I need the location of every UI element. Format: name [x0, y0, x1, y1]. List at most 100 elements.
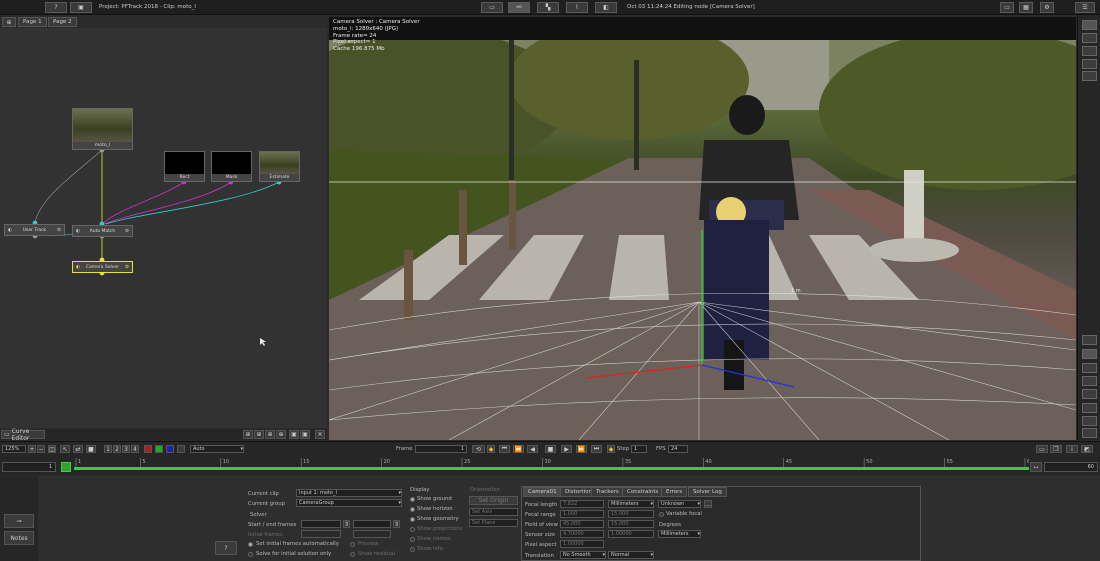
- view-split-v-button[interactable]: [1082, 46, 1097, 56]
- first-frame-button[interactable]: ⏮: [499, 445, 510, 453]
- rewind-button[interactable]: ⏪: [513, 445, 524, 453]
- view-tool-7[interactable]: [1082, 416, 1097, 426]
- pixel-aspect-field[interactable]: 1.00000: [560, 540, 604, 548]
- show-geometry-checkbox[interactable]: [410, 517, 415, 522]
- end-frame-spin[interactable]: ⇕: [393, 520, 400, 528]
- node-tool-close[interactable]: ✕: [315, 430, 325, 439]
- current-clip-select[interactable]: Input 1: moto_l ▾: [296, 489, 402, 497]
- view-tool-8[interactable]: [1082, 428, 1097, 438]
- tab-solver-log[interactable]: Solver Log: [688, 487, 727, 497]
- curve-editor-tab[interactable]: ▭ Curve Editor: [1, 428, 45, 442]
- play-button[interactable]: ▶: [561, 445, 572, 453]
- display-mode-select[interactable]: Auto ▾: [190, 445, 244, 453]
- focal-range-min[interactable]: 1.000: [560, 510, 604, 518]
- color-alpha-swatch[interactable]: [177, 445, 185, 453]
- start-frame-spin[interactable]: ⇕: [343, 520, 350, 528]
- fov-field-2[interactable]: 15.000: [608, 520, 654, 528]
- viewer-option-1[interactable]: ▭: [1036, 445, 1048, 453]
- tool-b-button[interactable]: ⇄: [73, 445, 83, 453]
- node-tool-2[interactable]: ⊕: [254, 430, 264, 439]
- tool-a-button[interactable]: ↖: [60, 445, 70, 453]
- node-tool-1[interactable]: ⊕: [243, 430, 253, 439]
- node-user-track[interactable]: ◐ User Track ⚙: [4, 224, 65, 236]
- node-estimate[interactable]: Estimate: [259, 151, 300, 182]
- translation-select[interactable]: No Smooth ▾: [560, 551, 606, 559]
- page-2-button[interactable]: 2: [113, 445, 121, 453]
- preview-checkbox[interactable]: [350, 542, 355, 547]
- focal-length-field[interactable]: 7.822: [560, 500, 604, 508]
- viewer-option-2[interactable]: ❐: [1050, 445, 1062, 453]
- node-mask[interactable]: Mask: [211, 151, 252, 182]
- frame-field[interactable]: 1: [415, 445, 467, 453]
- show-names-checkbox[interactable]: [410, 537, 415, 542]
- solve-initial-radio[interactable]: [248, 552, 253, 557]
- tab-page-2[interactable]: Page 2: [48, 17, 77, 27]
- menu-button[interactable]: ☰: [1075, 2, 1095, 13]
- tab-camera01[interactable]: Camera01: [523, 487, 562, 497]
- page-1-button[interactable]: 1: [104, 445, 112, 453]
- show-residual-checkbox[interactable]: [350, 552, 355, 557]
- view-tool-6[interactable]: [1082, 403, 1097, 413]
- page-3-button[interactable]: 3: [122, 445, 130, 453]
- help-button-2[interactable]: ?: [215, 541, 237, 555]
- focal-range-max[interactable]: 15.000: [608, 510, 654, 518]
- tool-c-button[interactable]: ■: [86, 445, 96, 453]
- translation-mode-select[interactable]: Normal ▾: [608, 551, 654, 559]
- node-tool-5[interactable]: ▣: [289, 430, 299, 439]
- node-moto[interactable]: moto_l: [72, 108, 133, 150]
- viewer-option-3[interactable]: i: [1066, 445, 1078, 453]
- view-tool-4[interactable]: [1082, 376, 1097, 386]
- tab-trackers[interactable]: Trackers: [591, 487, 624, 497]
- layout-button-5[interactable]: ◧: [595, 2, 617, 13]
- node-tool-6[interactable]: ▣: [300, 430, 310, 439]
- show-info-checkbox[interactable]: [410, 547, 415, 552]
- page-4-button[interactable]: 4: [131, 445, 139, 453]
- notes-button[interactable]: Notes: [4, 531, 34, 545]
- view-button-a[interactable]: ▭: [1000, 2, 1014, 13]
- show-horizon-checkbox[interactable]: [410, 507, 415, 512]
- tab-constraints[interactable]: Constraints: [622, 487, 664, 497]
- settings-button[interactable]: ⚙: [1040, 2, 1054, 13]
- view-single-button[interactable]: [1082, 20, 1097, 30]
- zoom-field[interactable]: 125%: [2, 445, 26, 453]
- start-frame-field[interactable]: 1: [2, 462, 56, 472]
- end-frame-field[interactable]: 60: [1044, 462, 1098, 472]
- view-button-b[interactable]: ▦: [1019, 2, 1033, 13]
- node-camera-solver[interactable]: ◐ Camera Solver ⚙: [72, 261, 133, 273]
- node-tree-panel[interactable]: moto_l Rect Mask Estimate ◐ User Track ⚙…: [0, 28, 327, 428]
- color-blue-swatch[interactable]: [166, 445, 174, 453]
- view-quad-alt-button[interactable]: [1082, 71, 1097, 81]
- layout-button-2[interactable]: ⚯: [508, 2, 530, 13]
- start-frame-input[interactable]: [301, 520, 341, 528]
- layout-button-3[interactable]: ▚: [537, 2, 559, 13]
- initial-frame-b[interactable]: [353, 530, 391, 538]
- focal-options-button[interactable]: …: [704, 500, 712, 508]
- initial-frame-a[interactable]: [301, 530, 341, 538]
- view-quad-button[interactable]: [1082, 59, 1097, 69]
- slider-tool-button[interactable]: ⊸: [4, 514, 34, 528]
- viewer-option-4[interactable]: ◩: [1081, 445, 1093, 453]
- node-tool-4[interactable]: ⊕: [276, 430, 286, 439]
- zoom-out-button[interactable]: −: [37, 445, 45, 453]
- out-marker-button[interactable]: ◆: [607, 445, 615, 453]
- sensor-units-select[interactable]: Millimeters ▾: [658, 530, 701, 538]
- show-projections-checkbox[interactable]: [410, 527, 415, 532]
- show-ground-checkbox[interactable]: [410, 497, 415, 502]
- fov-field[interactable]: 45.000: [560, 520, 604, 528]
- color-red-swatch[interactable]: [144, 445, 152, 453]
- fast-forward-button[interactable]: ⏩: [576, 445, 587, 453]
- zoom-in-button[interactable]: +: [28, 445, 36, 453]
- variable-focal-checkbox[interactable]: [659, 512, 664, 517]
- node-auto-match[interactable]: ◐ Auto Match ⚙: [72, 225, 133, 237]
- sensor-height-field[interactable]: 1.00000: [608, 530, 654, 538]
- node-tool-3[interactable]: ⊕: [265, 430, 275, 439]
- help-button[interactable]: ?: [45, 2, 67, 13]
- add-node-button[interactable]: ⊕: [2, 17, 16, 27]
- view-tool-1[interactable]: [1082, 335, 1097, 345]
- in-marker-button[interactable]: ◆: [487, 445, 495, 453]
- focal-units-select[interactable]: Millimeters ▾: [608, 500, 654, 508]
- stop-button[interactable]: ■: [545, 445, 556, 453]
- focal-mode-select[interactable]: Unknown ▾: [658, 500, 701, 508]
- current-group-select[interactable]: CameraGroup ▾: [296, 499, 402, 507]
- tab-errors[interactable]: Errors: [661, 487, 688, 497]
